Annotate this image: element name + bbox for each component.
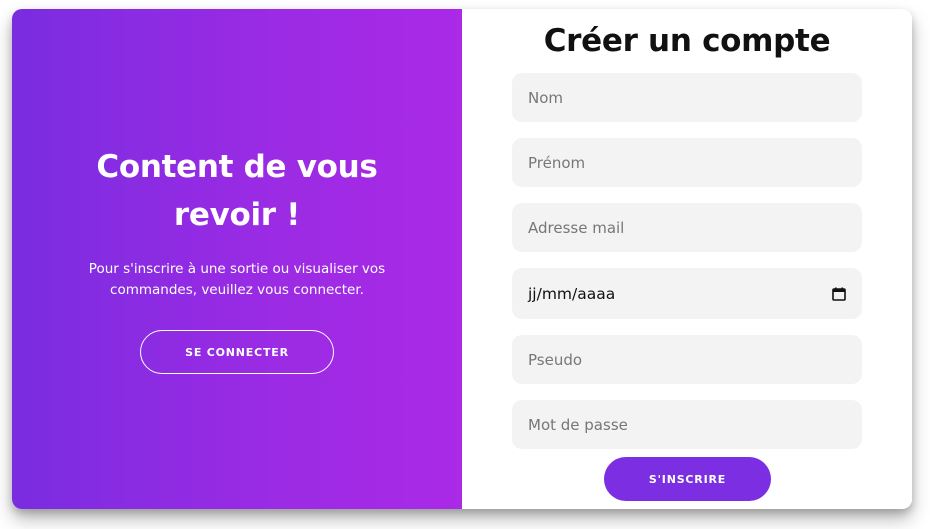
- welcome-message: Pour s'inscrire à une sortie ou visualis…: [57, 259, 417, 301]
- calendar-icon[interactable]: [832, 287, 846, 301]
- first-name-input[interactable]: [512, 138, 862, 187]
- username-input[interactable]: [512, 335, 862, 384]
- welcome-title-line-1: Content de vous: [96, 149, 378, 185]
- form-title: Créer un compte: [543, 23, 831, 59]
- welcome-panel: Content de vous revoir ! Pour s'inscrire…: [12, 9, 462, 509]
- welcome-title-line-2: revoir !: [173, 197, 301, 233]
- sign-in-button[interactable]: SE CONNECTER: [140, 330, 334, 374]
- auth-card: Content de vous revoir ! Pour s'inscrire…: [12, 9, 912, 509]
- last-name-input[interactable]: [512, 73, 862, 122]
- welcome-title: Content de vous revoir !: [52, 143, 422, 239]
- email-input[interactable]: [512, 203, 862, 252]
- welcome-message-line-1: Pour s'inscrire à une sortie ou visualis…: [88, 261, 386, 277]
- password-input[interactable]: [512, 400, 862, 449]
- birthdate-value: jj/mm/aaaa: [528, 284, 616, 303]
- signup-panel: Créer un compte jj/mm/aaaa S'INSC: [462, 9, 912, 509]
- birthdate-input[interactable]: jj/mm/aaaa: [512, 268, 862, 319]
- welcome-message-line-2: commandes, veuillez vous connecter.: [110, 282, 364, 298]
- signup-button[interactable]: S'INSCRIRE: [604, 457, 771, 501]
